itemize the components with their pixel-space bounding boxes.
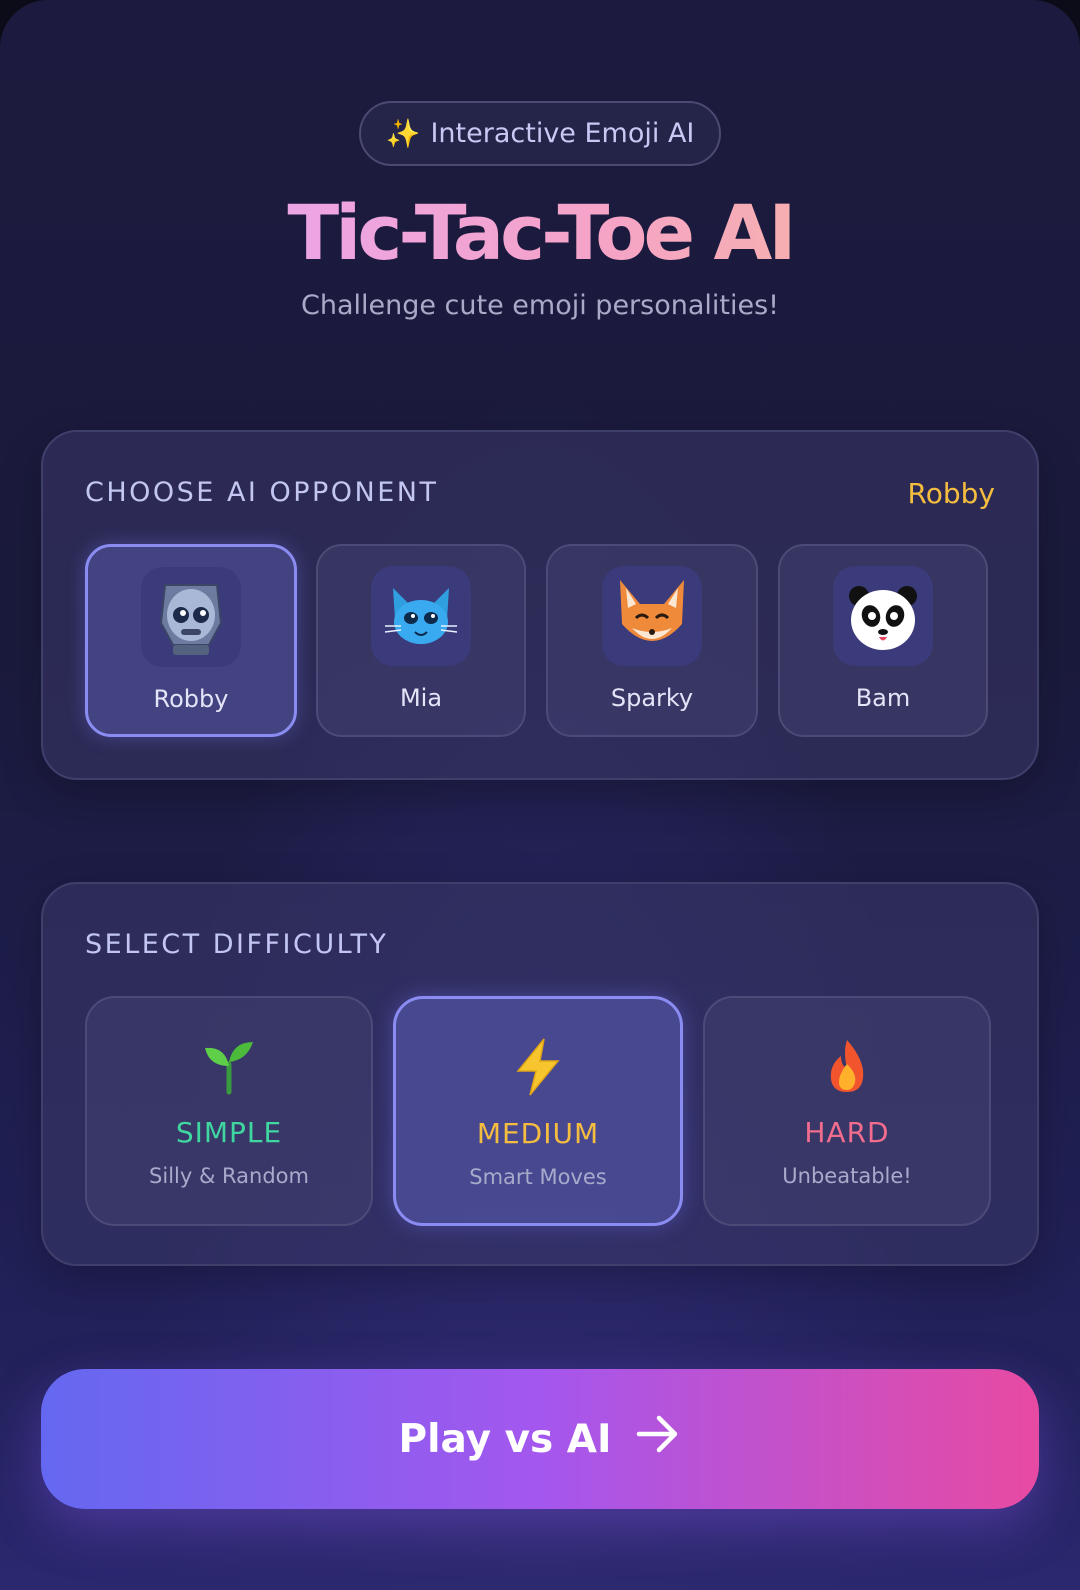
fire-icon — [817, 1036, 877, 1096]
difficulty-label: HARD — [804, 1116, 890, 1149]
app-frame: ✨ Interactive Emoji AI Tic-Tac-Toe AI Ch… — [0, 0, 1080, 1590]
difficulty-simple-card[interactable]: SIMPLE Silly & Random — [85, 996, 373, 1226]
opponent-name: Bam — [855, 684, 911, 712]
opponent-name: Robby — [153, 685, 229, 713]
difficulty-heading: SELECT DIFFICULTY — [85, 929, 389, 960]
play-vs-ai-button[interactable]: Play vs AI — [41, 1369, 1039, 1509]
seedling-icon — [199, 1036, 259, 1096]
opponent-card-sparky[interactable]: Sparky — [546, 544, 758, 737]
page-subtitle: Challenge cute emoji personalities! — [300, 290, 779, 321]
page-title: Tic-Tac-Toe AI — [0, 188, 1080, 277]
opponent-heading: CHOOSE AI OPPONENT — [85, 477, 439, 508]
sparkles-icon: ✨ — [385, 117, 421, 150]
difficulty-subtitle: Unbeatable! — [782, 1164, 912, 1188]
play-button-label: Play vs AI — [398, 1416, 612, 1462]
opponent-name: Sparky — [610, 684, 694, 712]
robot-icon — [141, 567, 241, 667]
selected-opponent-name: Robby — [907, 477, 995, 510]
opponent-card-robby[interactable]: Robby — [85, 544, 297, 737]
opponent-name: Mia — [399, 684, 443, 712]
cat-icon — [371, 566, 471, 666]
opponent-card-bam[interactable]: Bam — [778, 544, 988, 737]
opponent-panel: CHOOSE AI OPPONENT Robby Robby Mia Spark… — [41, 430, 1039, 780]
difficulty-label: MEDIUM — [476, 1117, 600, 1150]
panda-icon — [833, 566, 933, 666]
lightning-icon — [508, 1037, 568, 1097]
fox-icon — [602, 566, 702, 666]
difficulty-label: SIMPLE — [175, 1116, 283, 1149]
opponent-card-mia[interactable]: Mia — [316, 544, 526, 737]
difficulty-medium-card[interactable]: MEDIUM Smart Moves — [393, 996, 683, 1226]
difficulty-subtitle: Smart Moves — [469, 1165, 607, 1189]
difficulty-panel: SELECT DIFFICULTY SIMPLE Silly & Random … — [41, 882, 1039, 1266]
badge-label: Interactive Emoji AI — [430, 118, 695, 149]
difficulty-hard-card[interactable]: HARD Unbeatable! — [703, 996, 991, 1226]
badge-pill: ✨ Interactive Emoji AI — [359, 101, 721, 166]
difficulty-subtitle: Silly & Random — [149, 1164, 309, 1188]
arrow-right-icon — [635, 1414, 681, 1464]
